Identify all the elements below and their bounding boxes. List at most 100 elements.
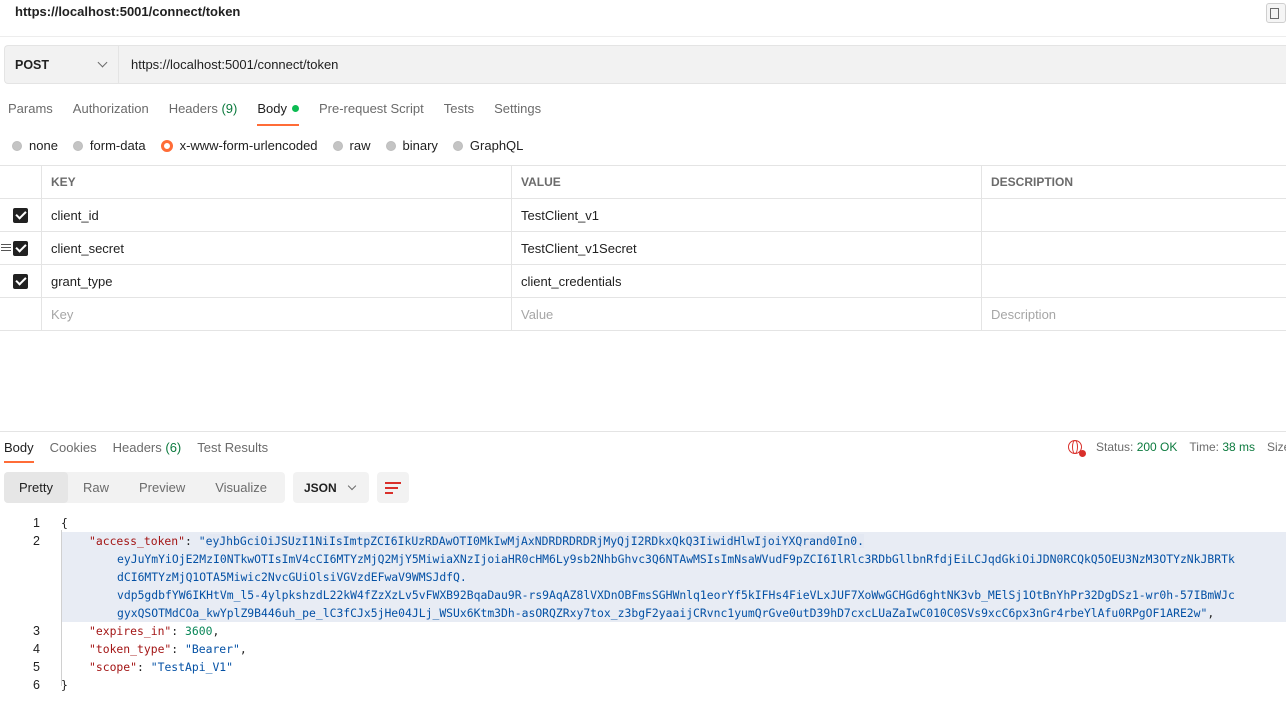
radio-circle <box>12 140 22 151</box>
radio-graphql[interactable]: GraphQL <box>452 138 524 153</box>
wrap-lines-icon[interactable] <box>377 472 409 503</box>
json-token-continuation: dCI6MTYzMjQ1OTA5Miwic2NvcGUiOlsiVGVzdEFw… <box>117 570 467 584</box>
response-tab-headers[interactable]: Headers (6) <box>113 440 182 462</box>
value-cell[interactable]: client_credentials <box>511 265 981 297</box>
tab-label: Cookies <box>49 440 97 455</box>
json-token-part: dCI6MTYzMjQ1OTA5Miwic2NvcGUiOlsiVGVzdEFw… <box>117 570 467 584</box>
response-tab-cookies[interactable]: Cookies <box>50 440 97 462</box>
description-cell[interactable] <box>981 232 1286 264</box>
chevron-down-icon <box>97 57 108 68</box>
tab-body[interactable]: Body <box>257 101 299 126</box>
radio-none[interactable]: none <box>12 138 58 153</box>
row-checkbox-cell <box>0 199 41 231</box>
value-cell[interactable]: TestClient_v1 <box>511 199 981 231</box>
key-cell[interactable]: client_id <box>41 199 511 231</box>
method-label: POST <box>15 57 50 72</box>
request-tabs: Params Authorization Headers (9) Body Pr… <box>8 101 561 126</box>
table-row: grant_type client_credentials <box>0 265 1286 298</box>
radio-circle <box>452 140 463 151</box>
line-number: 4 <box>33 642 40 656</box>
tab-label: Settings <box>494 101 542 116</box>
json-token-continuation: vdp5gdbfYW6IKHtVm_l5-4ylpkshzdL22kW4fZzX… <box>117 588 1235 602</box>
table-header-row: KEY VALUE DESCRIPTION <box>0 166 1286 199</box>
status-label: Status: <box>1096 440 1134 454</box>
tab-label: Params <box>8 101 53 116</box>
time-label: Time: <box>1189 440 1219 454</box>
params-table: KEY VALUE DESCRIPTION client_id TestClie… <box>0 165 1286 331</box>
description-input[interactable]: Description <box>981 298 1286 330</box>
json-token-part: gyxQSOTMdCOa_kwYplZ9B446uh_pe_lC3fCJx5jH… <box>117 606 1201 620</box>
tab-label: Body <box>257 101 287 116</box>
radio-circle <box>385 140 396 151</box>
json-token-part: vdp5gdbfYW6IKHtVm_l5-4ylpkshzdL22kW4fZzX… <box>117 588 1235 602</box>
radio-label: raw <box>349 138 371 153</box>
headers-count: (6) <box>165 440 182 455</box>
response-meta: Status: 200 OK Time: 38 ms Size <box>1068 440 1286 457</box>
row-checkbox-cell <box>0 298 41 330</box>
value-input[interactable]: Value <box>511 298 981 330</box>
url-input[interactable]: https://localhost:5001/connect/token <box>131 57 338 72</box>
radio-x-www-form-urlencoded[interactable]: x-www-form-urlencoded <box>160 138 318 153</box>
radio-form-data[interactable]: form-data <box>72 138 146 153</box>
request-title: https://localhost:5001/connect/token <box>15 4 241 19</box>
row-checkbox[interactable] <box>13 273 28 289</box>
tab-pre-request-script[interactable]: Pre-request Script <box>319 101 424 125</box>
header-checkbox-cell <box>0 166 41 198</box>
key-cell[interactable]: grant_type <box>41 265 511 297</box>
key-cell[interactable]: client_secret <box>41 232 511 264</box>
column-header-description: DESCRIPTION <box>981 166 1286 198</box>
tab-label: Headers <box>112 440 162 455</box>
row-checkbox-cell <box>0 265 41 297</box>
radio-label: GraphQL <box>469 138 524 153</box>
tab-label: Headers <box>168 101 218 116</box>
drag-handle-icon[interactable] <box>1 244 11 252</box>
tab-settings[interactable]: Settings <box>494 101 541 125</box>
radio-label: form-data <box>89 138 146 153</box>
radio-circle-selected <box>160 139 173 152</box>
table-row-new: Key Value Description <box>0 298 1286 331</box>
json-close-brace: } <box>61 678 68 692</box>
line-number: 6 <box>33 678 40 692</box>
description-cell[interactable] <box>981 199 1286 231</box>
title-divider <box>0 36 1286 37</box>
response-tabs: Body Cookies Headers (6) Test Results <box>4 440 284 463</box>
line-number: 2 <box>33 534 40 548</box>
layout-icon[interactable] <box>1266 3 1286 23</box>
line-number: 1 <box>33 516 40 530</box>
tab-authorization[interactable]: Authorization <box>73 101 149 125</box>
radio-label: none <box>29 138 58 153</box>
table-row: client_id TestClient_v1 <box>0 199 1286 232</box>
radio-raw[interactable]: raw <box>332 138 371 153</box>
json-token-continuation: gyxQSOTMdCOa_kwYplZ9B446uh_pe_lC3fCJx5jH… <box>117 606 1215 620</box>
tab-tests[interactable]: Tests <box>444 101 474 125</box>
json-line-scope: "scope": "TestApi_V1" <box>89 660 234 674</box>
tab-params[interactable]: Params <box>8 101 53 125</box>
view-visualize[interactable]: Visualize <box>200 472 282 503</box>
value-cell[interactable]: TestClient_v1Secret <box>511 232 981 264</box>
view-raw[interactable]: Raw <box>68 472 124 503</box>
key-input[interactable]: Key <box>41 298 511 330</box>
description-cell[interactable] <box>981 265 1286 297</box>
radio-binary[interactable]: binary <box>385 138 438 153</box>
view-preview[interactable]: Preview <box>124 472 200 503</box>
row-checkbox[interactable] <box>13 207 28 223</box>
json-value: 3600 <box>185 624 213 638</box>
status-value[interactable]: 200 OK <box>1137 440 1178 454</box>
line-number: 5 <box>33 660 40 674</box>
radio-label: x-www-form-urlencoded <box>179 138 318 153</box>
row-checkbox[interactable] <box>13 240 28 256</box>
indent-guide <box>61 530 62 686</box>
method-select[interactable]: POST <box>4 45 119 84</box>
tab-label: Test Results <box>197 440 269 455</box>
response-tab-test-results[interactable]: Test Results <box>197 440 268 462</box>
pane-divider[interactable] <box>0 431 1286 432</box>
json-line-expires-in: "expires_in": 3600, <box>89 624 220 638</box>
tab-headers[interactable]: Headers (9) <box>169 101 238 125</box>
radio-circle <box>332 140 343 151</box>
globe-icon[interactable] <box>1068 440 1086 457</box>
view-pretty[interactable]: Pretty <box>4 472 68 503</box>
response-tab-body[interactable]: Body <box>4 440 34 463</box>
row-checkbox-cell <box>0 232 41 264</box>
format-select[interactable]: JSON <box>293 472 369 503</box>
time-value[interactable]: 38 ms <box>1222 440 1255 454</box>
